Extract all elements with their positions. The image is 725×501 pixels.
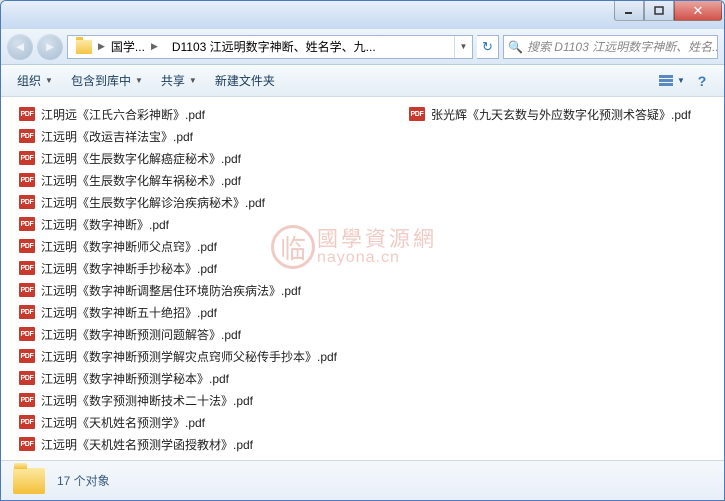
include-library-button[interactable]: 包含到库中▼ xyxy=(63,68,151,93)
close-button[interactable]: ✕ xyxy=(674,1,722,21)
status-bar: 17 个对象 xyxy=(1,460,724,500)
pdf-icon: PDF xyxy=(19,305,35,319)
search-icon: 🔍 xyxy=(508,40,523,54)
breadcrumb-label: D1103 江远明数字神断、姓名学、九... xyxy=(172,38,376,55)
chevron-down-icon: ▼ xyxy=(135,76,143,85)
file-item[interactable]: PDF 江明远《江氏六合彩神断》.pdf xyxy=(5,103,395,125)
file-item[interactable]: PDF 江远明《数字神断预测学秘本》.pdf xyxy=(5,367,395,389)
file-name: 江远明《数字神断师父点窍》.pdf xyxy=(41,238,217,255)
file-item[interactable]: PDF 江远明《数字预测神断技术二十法》.pdf xyxy=(5,389,395,411)
pdf-icon: PDF xyxy=(19,283,35,297)
forward-button[interactable]: ► xyxy=(37,34,63,60)
chevron-right-icon: ▶ xyxy=(96,41,107,52)
file-name: 江远明《改运吉祥法宝》.pdf xyxy=(41,128,193,145)
pdf-icon: PDF xyxy=(19,173,35,187)
file-name: 江远明《数字神断调整居住环境防治疾病法》.pdf xyxy=(41,282,301,299)
maximize-button[interactable] xyxy=(644,1,674,21)
new-folder-button[interactable]: 新建文件夹 xyxy=(207,68,283,93)
share-button[interactable]: 共享▼ xyxy=(153,68,205,93)
status-count: 17 个对象 xyxy=(57,472,110,489)
breadcrumb-current[interactable]: D1103 江远明数字神断、姓名学、九... xyxy=(164,36,380,58)
titlebar: ✕ xyxy=(1,1,724,29)
explorer-window: ✕ ◄ ► ▶ 国学... ▶ D1103 江远明数字神断、姓名学、九... ▼… xyxy=(0,0,725,501)
file-item[interactable]: PDF 江远明《数字神断师父点窍》.pdf xyxy=(5,235,395,257)
chevron-right-icon: ▶ xyxy=(149,41,160,52)
file-name: 江远明《数字神断预测学解灾点窍师父秘传手抄本》.pdf xyxy=(41,348,337,365)
file-item[interactable]: PDF 张光辉《九天玄数与外应数字化预测术答疑》.pdf xyxy=(395,103,705,125)
file-name: 江远明《数字神断预测学秘本》.pdf xyxy=(41,370,229,387)
nav-bar: ◄ ► ▶ 国学... ▶ D1103 江远明数字神断、姓名学、九... ▼ ↻… xyxy=(1,29,724,65)
file-name: 江远明《天机姓名预测学函授教材》.pdf xyxy=(41,436,253,453)
file-name: 江远明《生辰数字化解诊治疾病秘术》.pdf xyxy=(41,194,265,211)
toolbar: 组织▼ 包含到库中▼ 共享▼ 新建文件夹 ▼ ? xyxy=(1,65,724,97)
chevron-down-icon: ▼ xyxy=(189,76,197,85)
pdf-icon: PDF xyxy=(19,195,35,209)
organize-button[interactable]: 组织▼ xyxy=(9,68,61,93)
breadcrumb-label: 国学... xyxy=(111,38,145,55)
breadcrumb[interactable]: ▶ 国学... ▶ D1103 江远明数字神断、姓名学、九... ▼ xyxy=(67,35,473,59)
file-name: 江远明《数字神断手抄秘本》.pdf xyxy=(41,260,217,277)
file-item[interactable]: PDF 江远明《改运吉祥法宝》.pdf xyxy=(5,125,395,147)
search-input[interactable]: 🔍 搜索 D1103 江远明数字神断、姓名... xyxy=(503,35,718,59)
pdf-icon: PDF xyxy=(19,239,35,253)
file-name: 江远明《数字神断五十绝招》.pdf xyxy=(41,304,217,321)
pdf-icon: PDF xyxy=(19,129,35,143)
minimize-button[interactable] xyxy=(614,1,644,21)
pdf-icon: PDF xyxy=(19,415,35,429)
file-item[interactable]: PDF 江远明《生辰数字化解诊治疾病秘术》.pdf xyxy=(5,191,395,213)
breadcrumb-root[interactable]: ▶ 国学... ▶ xyxy=(68,36,164,58)
chevron-down-icon: ▼ xyxy=(45,76,53,85)
pdf-icon: PDF xyxy=(19,371,35,385)
pdf-icon: PDF xyxy=(19,151,35,165)
file-name: 江远明《数字神断预测问题解答》.pdf xyxy=(41,326,241,343)
breadcrumb-dropdown[interactable]: ▼ xyxy=(454,36,472,58)
file-name: 江远明《数字神断》.pdf xyxy=(41,216,169,233)
folder-icon xyxy=(76,40,92,54)
file-item[interactable]: PDF 江远明《数字神断手抄秘本》.pdf xyxy=(5,257,395,279)
file-item[interactable]: PDF 江远明《天机姓名预测学》.pdf xyxy=(5,411,395,433)
view-options-button[interactable]: ▼ xyxy=(658,70,686,92)
pdf-icon: PDF xyxy=(19,261,35,275)
file-list-pane[interactable]: 临 國學資源網 nayona.cn PDF江明远《江氏六合彩神断》.pdfPDF… xyxy=(1,97,724,460)
pdf-icon: PDF xyxy=(409,107,425,121)
file-item[interactable]: PDF 江远明《数字神断》.pdf xyxy=(5,213,395,235)
refresh-button[interactable]: ↻ xyxy=(477,35,499,59)
file-name: 张光辉《九天玄数与外应数字化预测术答疑》.pdf xyxy=(431,106,691,123)
file-item[interactable]: PDF 江远明《天机姓名预测学函授教材》.pdf xyxy=(5,433,395,455)
file-item[interactable]: PDF 江远明《数字神断预测学解灾点窍师父秘传手抄本》.pdf xyxy=(5,345,395,367)
back-button[interactable]: ◄ xyxy=(7,34,33,60)
pdf-icon: PDF xyxy=(19,437,35,451)
file-item[interactable]: PDF 江远明《生辰数字化解癌症秘术》.pdf xyxy=(5,147,395,169)
file-item[interactable]: PDF 江远明《数字神断预测问题解答》.pdf xyxy=(5,323,395,345)
pdf-icon: PDF xyxy=(19,349,35,363)
file-name: 江远明《生辰数字化解癌症秘术》.pdf xyxy=(41,150,241,167)
file-name: 江远明《数字预测神断技术二十法》.pdf xyxy=(41,392,253,409)
file-item[interactable]: PDF 江远明《数字神断五十绝招》.pdf xyxy=(5,301,395,323)
pdf-icon: PDF xyxy=(19,393,35,407)
file-item[interactable]: PDF 江远明《生辰数字化解车祸秘术》.pdf xyxy=(5,169,395,191)
pdf-icon: PDF xyxy=(19,217,35,231)
file-name: 江远明《生辰数字化解车祸秘术》.pdf xyxy=(41,172,241,189)
file-name: 江明远《江氏六合彩神断》.pdf xyxy=(41,106,205,123)
help-button[interactable]: ? xyxy=(688,70,716,92)
pdf-icon: PDF xyxy=(19,327,35,341)
file-name: 江远明《天机姓名预测学》.pdf xyxy=(41,414,205,431)
file-item[interactable]: PDF 江远明《数字神断调整居住环境防治疾病法》.pdf xyxy=(5,279,395,301)
folder-icon xyxy=(13,468,45,494)
pdf-icon: PDF xyxy=(19,107,35,121)
search-placeholder: 搜索 D1103 江远明数字神断、姓名... xyxy=(527,38,718,55)
